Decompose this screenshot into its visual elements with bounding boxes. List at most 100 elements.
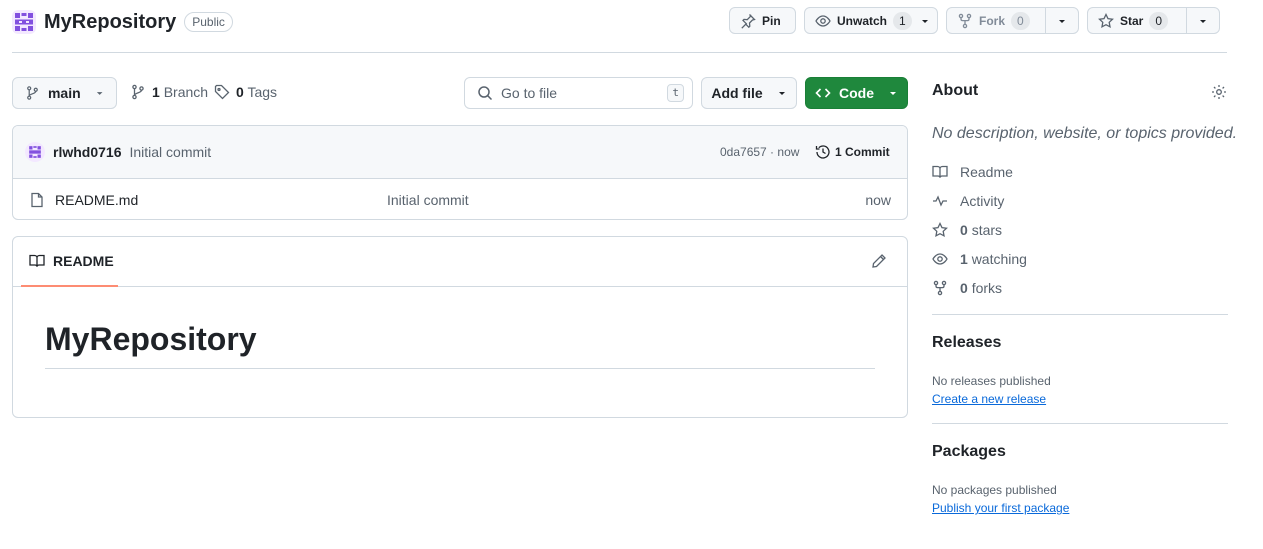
readme-header: README xyxy=(13,237,907,287)
commit-sha-value: 0da7657 xyxy=(720,145,767,159)
readme-tab-label: README xyxy=(53,253,114,269)
stars-link[interactable]: 0 stars xyxy=(932,222,1002,238)
file-browser: rlwhd0716 Initial commit 0da7657 · now 1… xyxy=(12,125,908,220)
create-release-link[interactable]: Create a new release xyxy=(932,392,1046,406)
forks-link[interactable]: 0 forks xyxy=(932,280,1002,296)
commit-time: now xyxy=(777,145,800,159)
fork-count: 0 xyxy=(1011,11,1030,30)
fork-button-group: Fork 0 xyxy=(946,7,1079,34)
branch-selector[interactable]: main xyxy=(12,77,117,109)
commit-history-link[interactable]: 1 Commit xyxy=(815,144,890,160)
pulse-icon xyxy=(933,195,947,207)
book-icon xyxy=(932,165,948,178)
file-name[interactable]: README.md xyxy=(55,192,138,208)
releases-title[interactable]: Releases xyxy=(932,334,1001,352)
shortcut-key: t xyxy=(667,84,684,102)
caret-down-icon xyxy=(921,19,928,23)
branches-link[interactable]: 1 Branch xyxy=(130,84,208,100)
branch-name: main xyxy=(47,85,81,101)
sidebar-divider xyxy=(932,314,1228,315)
watching-link[interactable]: 1 watching xyxy=(932,251,1027,267)
file-commit-message[interactable]: Initial commit xyxy=(387,192,469,208)
file-icon xyxy=(31,192,43,207)
go-to-file-input[interactable]: Go to file t xyxy=(464,77,693,109)
commit-author[interactable]: rlwhd0716 xyxy=(53,144,121,160)
star-count: 0 xyxy=(1149,11,1169,30)
add-file-label: Add file xyxy=(711,85,763,101)
star-dropdown[interactable] xyxy=(1186,8,1219,33)
branch-count: 1 xyxy=(152,84,160,100)
star-label: Star xyxy=(1120,13,1144,28)
readme-heading-rule xyxy=(45,368,875,369)
forks-word: forks xyxy=(971,280,1003,296)
history-icon xyxy=(815,145,830,159)
pin-icon xyxy=(741,13,756,29)
about-section: About xyxy=(932,82,1228,100)
tags-link[interactable]: 0 Tags xyxy=(214,84,277,100)
tag-icon xyxy=(214,84,230,100)
unwatch-label: Unwatch xyxy=(837,13,888,28)
user-avatar-icon[interactable] xyxy=(25,142,45,162)
repo-name[interactable]: MyRepository xyxy=(44,11,176,34)
stars-count: 0 xyxy=(960,222,968,238)
forks-count: 0 xyxy=(960,280,968,296)
unwatch-button[interactable]: Unwatch 1 xyxy=(805,8,920,33)
activity-link[interactable]: Activity xyxy=(932,193,1004,209)
star-button-group: Star 0 xyxy=(1087,7,1220,34)
eye-icon xyxy=(932,253,948,265)
packages-empty-text: No packages published xyxy=(932,483,1057,497)
book-icon xyxy=(29,254,45,267)
go-to-file-placeholder: Go to file xyxy=(501,85,558,101)
about-description: No description, website, or topics provi… xyxy=(932,125,1238,142)
repo-avatar-icon[interactable] xyxy=(12,10,36,34)
readme-panel: README MyRepository xyxy=(12,236,908,418)
packages-title[interactable]: Packages xyxy=(932,443,1006,461)
code-button[interactable]: Code xyxy=(805,77,908,109)
sidebar-divider xyxy=(932,423,1228,424)
fork-dropdown[interactable] xyxy=(1045,8,1078,33)
star-icon xyxy=(932,222,948,237)
about-title: About xyxy=(932,82,979,99)
pencil-icon[interactable] xyxy=(871,253,887,269)
latest-commit-row: rlwhd0716 Initial commit 0da7657 · now 1… xyxy=(13,126,907,179)
search-icon xyxy=(478,86,493,101)
pin-label: Pin xyxy=(762,13,781,28)
fork-label: Fork xyxy=(979,13,1006,28)
activity-link-label: Activity xyxy=(960,193,1005,209)
readme-link[interactable]: Readme xyxy=(932,164,1013,180)
caret-down-icon xyxy=(890,92,896,95)
readme-tab[interactable]: README xyxy=(21,237,118,287)
branch-icon xyxy=(27,86,38,100)
code-icon xyxy=(815,88,831,98)
file-row: README.md Initial commit now xyxy=(13,179,907,219)
stars-word: stars xyxy=(971,222,1003,238)
watch-dropdown[interactable] xyxy=(920,16,938,26)
releases-empty-text: No releases published xyxy=(932,374,1051,388)
caret-down-icon xyxy=(1059,19,1066,23)
star-icon xyxy=(1098,12,1114,28)
commit-sha[interactable]: 0da7657 · now xyxy=(720,145,799,159)
publish-package-link[interactable]: Publish your first package xyxy=(932,501,1069,515)
readme-heading: MyRepository xyxy=(45,321,257,357)
add-file-button[interactable]: Add file xyxy=(701,77,797,109)
tag-count: 0 xyxy=(236,84,244,100)
caret-down-icon xyxy=(96,92,103,95)
star-button[interactable]: Star 0 xyxy=(1088,8,1186,33)
file-date: now xyxy=(865,191,891,208)
branch-icon xyxy=(132,84,144,100)
gear-icon[interactable] xyxy=(1211,84,1227,100)
repo-header: MyRepository Public xyxy=(12,8,233,36)
tag-word: Tags xyxy=(247,84,278,100)
readme-link-label: Readme xyxy=(960,164,1013,180)
watching-word: watching xyxy=(971,251,1027,267)
watching-count: 1 xyxy=(960,251,968,267)
fork-icon xyxy=(958,13,972,28)
branch-word: Branch xyxy=(163,84,209,100)
watch-count: 1 xyxy=(893,11,912,30)
code-label: Code xyxy=(839,85,874,101)
pin-button[interactable]: Pin xyxy=(729,7,796,34)
caret-down-icon xyxy=(778,92,785,95)
fork-button[interactable]: Fork 0 xyxy=(947,8,1045,33)
header-divider xyxy=(12,52,1227,53)
commit-message[interactable]: Initial commit xyxy=(129,144,211,160)
